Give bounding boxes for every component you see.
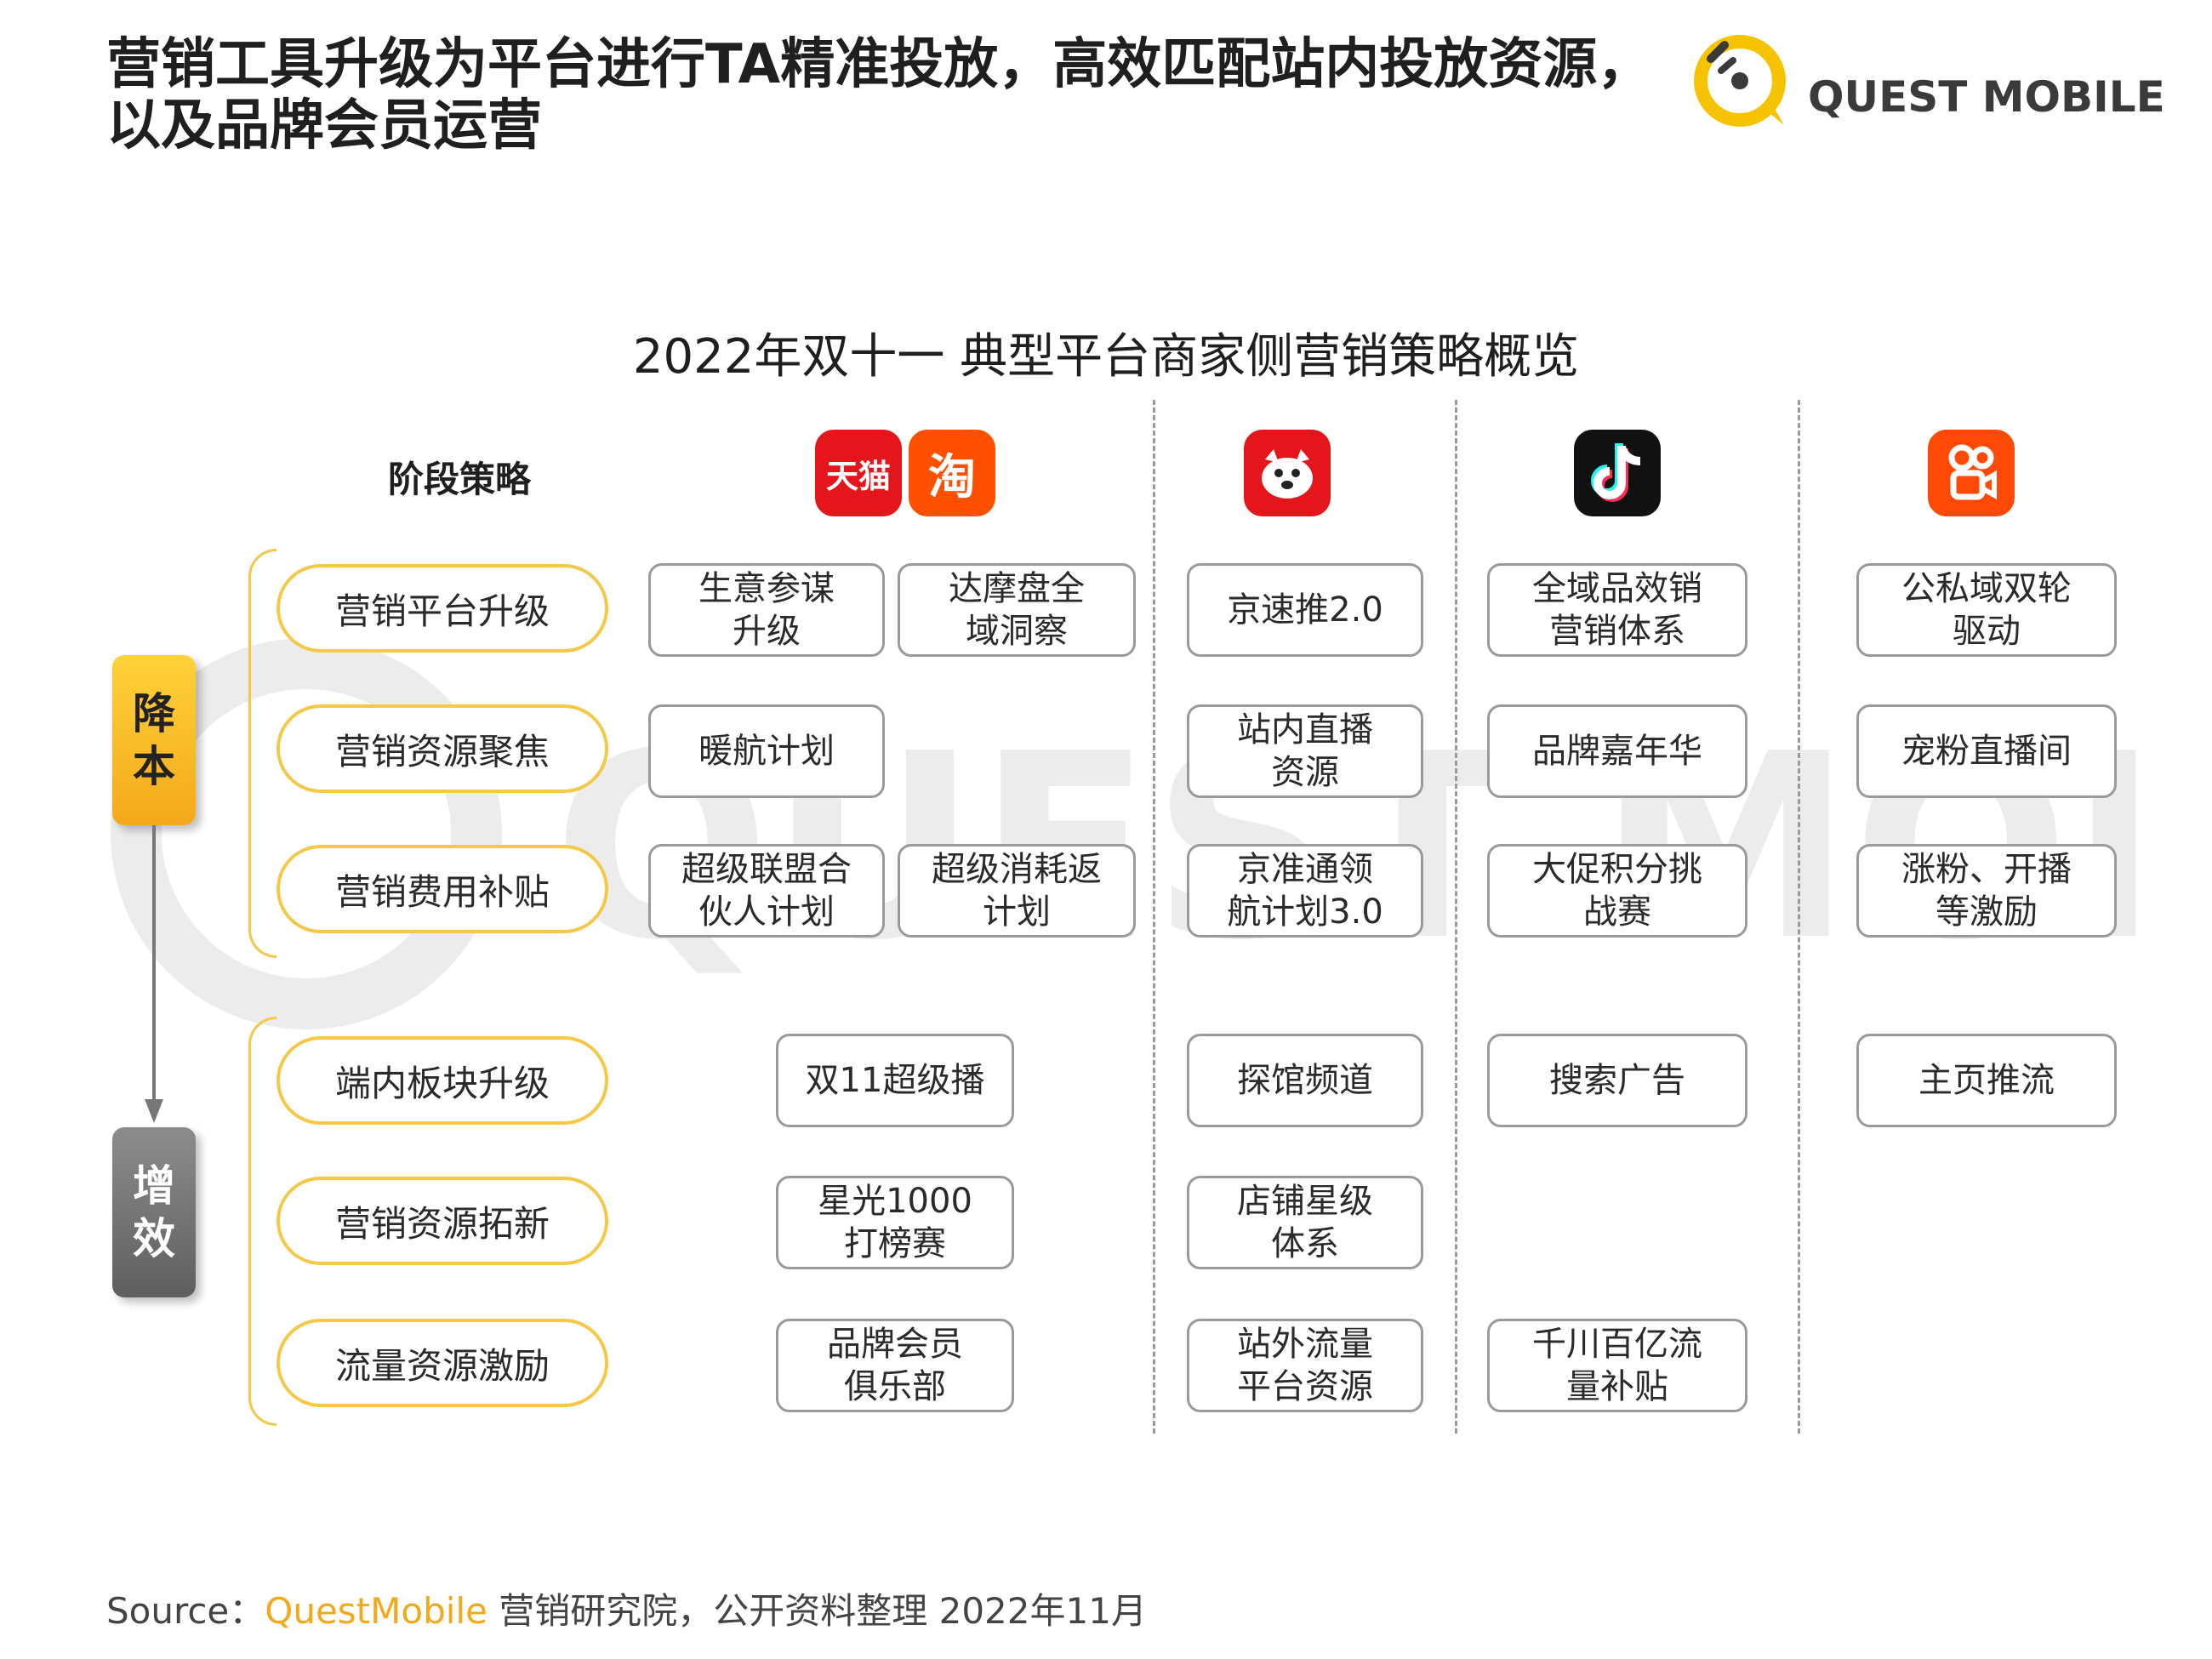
stage-in-app-section-upgrade: 端内板块升级 bbox=[276, 1036, 608, 1125]
stage-traffic-resource-incentive: 流量资源激励 bbox=[276, 1319, 608, 1407]
cell-ali-r3a: 超级联盟合 伙人计划 bbox=[648, 844, 885, 938]
taobao-icon: 淘 bbox=[909, 430, 995, 516]
cell-dy-r1: 全域品效销 营销体系 bbox=[1487, 563, 1747, 657]
douyin-icon bbox=[1574, 430, 1661, 516]
cell-ks-r3: 涨粉、开播 等激励 bbox=[1856, 844, 2117, 938]
cell-ks-r4: 主页推流 bbox=[1856, 1034, 2117, 1127]
title-line-2: 以及品牌会员运营 bbox=[106, 94, 542, 157]
cost-bracket bbox=[248, 549, 276, 958]
cell-dy-r4: 搜索广告 bbox=[1487, 1034, 1747, 1127]
efficiency-badge: 增效 bbox=[112, 1127, 196, 1297]
cell-jd-r1: 京速推2.0 bbox=[1187, 563, 1423, 657]
tmall-icon: 天猫 bbox=[815, 430, 902, 516]
page-title: 营销工具升级为平台进行TA精准投放，高效匹配站内投放资源， 以及品牌会员运营 bbox=[106, 34, 1672, 157]
title-line-1: 营销工具升级为平台进行TA精准投放，高效匹配站内投放资源， bbox=[106, 33, 1652, 96]
source-rest: 营销研究院，公开资料整理 2022年11月 bbox=[487, 1590, 1147, 1632]
stage-marketing-cost-subsidy: 营销费用补贴 bbox=[276, 845, 608, 933]
kuaishou-icon bbox=[1928, 430, 2015, 516]
cell-ali-r6: 品牌会员 俱乐部 bbox=[776, 1319, 1014, 1412]
cell-dy-r3: 大促积分挑 战赛 bbox=[1487, 844, 1747, 938]
source-brand: QuestMobile bbox=[265, 1590, 487, 1632]
cell-jd-r6: 站外流量 平台资源 bbox=[1187, 1319, 1423, 1412]
cell-ali-r1b: 达摩盘全 域洞察 bbox=[898, 563, 1136, 657]
efficiency-bracket bbox=[248, 1017, 276, 1426]
column-separator-3 bbox=[1798, 400, 1800, 1434]
cell-ali-r2a: 暖航计划 bbox=[648, 704, 885, 798]
column-separator-1 bbox=[1153, 400, 1155, 1434]
cell-jd-r5: 店铺星级 体系 bbox=[1187, 1176, 1423, 1269]
logo-text: QUEST MOBILE bbox=[1808, 72, 2165, 122]
down-arrow-icon bbox=[145, 825, 163, 1123]
jd-icon bbox=[1244, 430, 1331, 516]
cell-jd-r4: 探馆频道 bbox=[1187, 1034, 1423, 1127]
taobao-icon-label: 淘 bbox=[928, 449, 976, 505]
cell-ali-r4: 双11超级播 bbox=[776, 1034, 1014, 1127]
stage-marketing-platform-upgrade: 营销平台升级 bbox=[276, 564, 608, 653]
cell-ali-r1a: 生意参谋 升级 bbox=[648, 563, 885, 657]
cell-ks-r2: 宠粉直播间 bbox=[1856, 704, 2117, 798]
cell-jd-r3: 京准通领 航计划3.0 bbox=[1187, 844, 1423, 938]
cell-dy-r2: 品牌嘉年华 bbox=[1487, 704, 1747, 798]
cell-jd-r2: 站内直播 资源 bbox=[1187, 704, 1423, 798]
chart-title: 2022年双十一 典型平台商家侧营销策略概览 bbox=[632, 329, 1580, 385]
source-line: Source：QuestMobile 营销研究院，公开资料整理 2022年11月 bbox=[106, 1582, 1147, 1634]
cell-dy-r6: 千川百亿流 量补贴 bbox=[1487, 1319, 1747, 1412]
questmobile-watermark: QUEST MOBILE bbox=[111, 638, 2135, 1029]
tmall-icon-label: 天猫 bbox=[825, 457, 891, 495]
column-separator-2 bbox=[1455, 400, 1457, 1434]
cell-ali-r5: 星光1000 打榜赛 bbox=[776, 1176, 1014, 1269]
cell-ali-r3b: 超级消耗返 计划 bbox=[898, 844, 1136, 938]
stage-marketing-resource-focus: 营销资源聚焦 bbox=[276, 704, 608, 793]
cost-reduction-badge: 降本 bbox=[112, 655, 196, 825]
stage-header: 阶段策略 bbox=[387, 459, 531, 500]
source-prefix: Source： bbox=[106, 1590, 265, 1632]
stage-marketing-resource-expansion: 营销资源拓新 bbox=[276, 1177, 608, 1265]
cell-ks-r1: 公私域双轮 驱动 bbox=[1856, 563, 2117, 657]
